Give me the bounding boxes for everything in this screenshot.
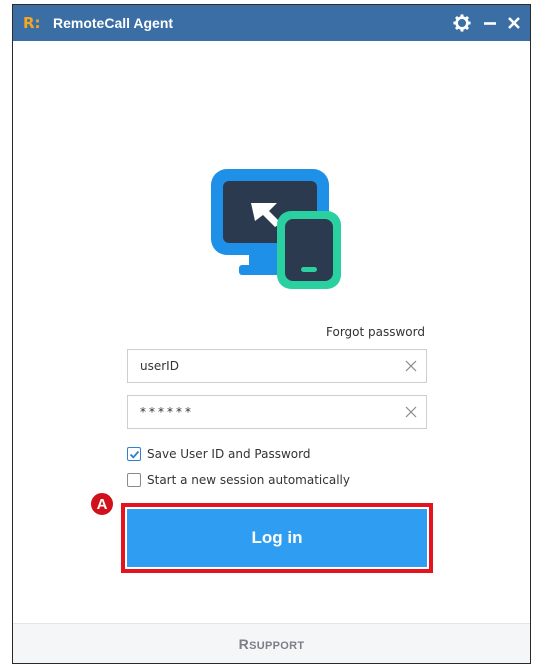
save-credentials-option[interactable]: Save User ID and Password [127, 445, 310, 463]
rsupport-logo-text: SUPPORT [249, 639, 305, 652]
remotecall-agent-window: R: RemoteCall Agent Forgot password user… [12, 4, 531, 664]
forgot-password-link[interactable]: Forgot password [313, 325, 425, 339]
clear-x-icon[interactable] [404, 405, 418, 419]
user-id-field[interactable] [127, 349, 427, 383]
auto-session-option[interactable]: Start a new session automatically [127, 471, 350, 489]
settings-button[interactable] [451, 12, 473, 34]
auto-session-checkbox[interactable] [127, 473, 141, 487]
auto-session-label: Start a new session automatically [147, 473, 350, 487]
clear-x-icon[interactable] [404, 359, 418, 373]
checkmark-icon [129, 450, 139, 459]
save-credentials-label: Save User ID and Password [147, 447, 311, 461]
password-field[interactable] [127, 395, 427, 429]
app-logo: R: [23, 14, 41, 32]
remote-devices-icon [211, 169, 341, 289]
close-icon [508, 17, 520, 29]
window-title: RemoteCall Agent [53, 15, 174, 31]
close-button[interactable] [503, 12, 525, 34]
minimize-icon [484, 22, 496, 25]
gear-icon [453, 14, 471, 32]
user-id-input[interactable] [128, 350, 390, 382]
login-button[interactable]: Log in [127, 509, 427, 567]
minimize-button[interactable] [479, 12, 501, 34]
annotation-marker: A [89, 491, 115, 517]
password-input[interactable] [128, 396, 390, 428]
rsupport-logo-r: R [238, 635, 250, 652]
title-bar[interactable]: R: RemoteCall Agent [13, 5, 530, 41]
rsupport-logo: RSUPPORT [239, 636, 305, 652]
save-credentials-checkbox[interactable] [127, 447, 141, 461]
footer: RSUPPORT [13, 623, 530, 663]
